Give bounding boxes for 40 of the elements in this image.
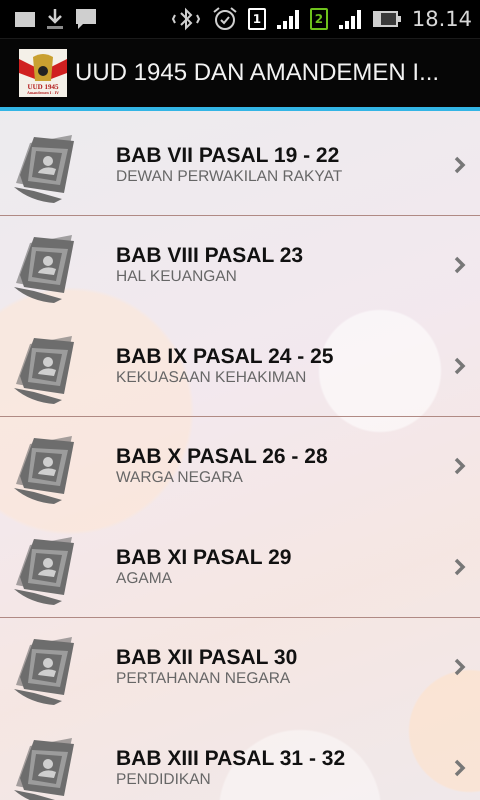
- item-title: BAB VIII PASAL 23: [116, 244, 304, 268]
- list-item[interactable]: BAB VII PASAL 19 - 22 DEWAN PERWAKILAN RAKYAT: [0, 115, 480, 216]
- signal-icon: [338, 8, 362, 30]
- bluetooth-icon: [170, 6, 202, 32]
- item-subtitle: PERTAHANAN NEGARA: [116, 670, 290, 688]
- chevron-right-icon: [454, 256, 466, 274]
- chevron-right-icon: [454, 658, 466, 676]
- chevron-right-icon: [454, 758, 466, 777]
- list-item[interactable]: BAB X PASAL 26 - 28 WARGA NEGARA: [0, 416, 480, 517]
- item-subtitle: DEWAN PERWAKILAN RAKYAT: [116, 168, 342, 186]
- item-title: BAB VII PASAL 19 - 22: [116, 144, 340, 168]
- chevron-right-icon: [454, 356, 466, 375]
- item-title: BAB IX PASAL 24 - 25: [116, 344, 334, 369]
- item-title: BAB XII PASAL 30: [116, 646, 298, 670]
- clock-time: 18.14: [412, 7, 472, 31]
- chevron-right-icon: [454, 457, 466, 476]
- signal-icon: [276, 8, 300, 30]
- image-icon: [14, 10, 36, 28]
- sim-card-icon: 1: [248, 8, 266, 30]
- item-subtitle: KEKUASAAN KEHAKIMAN: [116, 368, 306, 387]
- download-icon: [46, 8, 64, 30]
- alarm-clock-icon: [212, 6, 238, 32]
- sim-card-icon: 2: [310, 8, 328, 30]
- item-subtitle: PENDIDIKAN: [116, 770, 211, 789]
- item-subtitle: AGAMA: [116, 570, 172, 588]
- list-item[interactable]: BAB XI PASAL 29 AGAMA: [0, 517, 480, 618]
- chat-bubble-icon: [74, 8, 98, 30]
- chevron-right-icon: [454, 558, 466, 576]
- item-title: BAB XI PASAL 29: [116, 546, 292, 570]
- chevron-right-icon: [454, 156, 466, 174]
- list-item[interactable]: BAB XII PASAL 30 PERTAHANAN NEGARA: [0, 618, 480, 718]
- item-subtitle: WARGA NEGARA: [116, 469, 243, 488]
- item-title: BAB X PASAL 26 - 28: [116, 445, 328, 470]
- item-title: BAB XIII PASAL 31 - 32: [116, 746, 346, 771]
- item-subtitle: HAL KEUANGAN: [116, 268, 237, 286]
- battery-icon: [372, 9, 402, 29]
- list-item[interactable]: BAB VIII PASAL 23 HAL KEUANGAN: [0, 216, 480, 316]
- list-item[interactable]: BAB XIII PASAL 31 - 32 PENDIDIKAN: [0, 718, 480, 800]
- list-item[interactable]: BAB IX PASAL 24 - 25 KEKUASAAN KEHAKIMAN: [0, 316, 480, 416]
- app-title: UUD 1945 DAN AMANDEMEN I...: [75, 59, 440, 87]
